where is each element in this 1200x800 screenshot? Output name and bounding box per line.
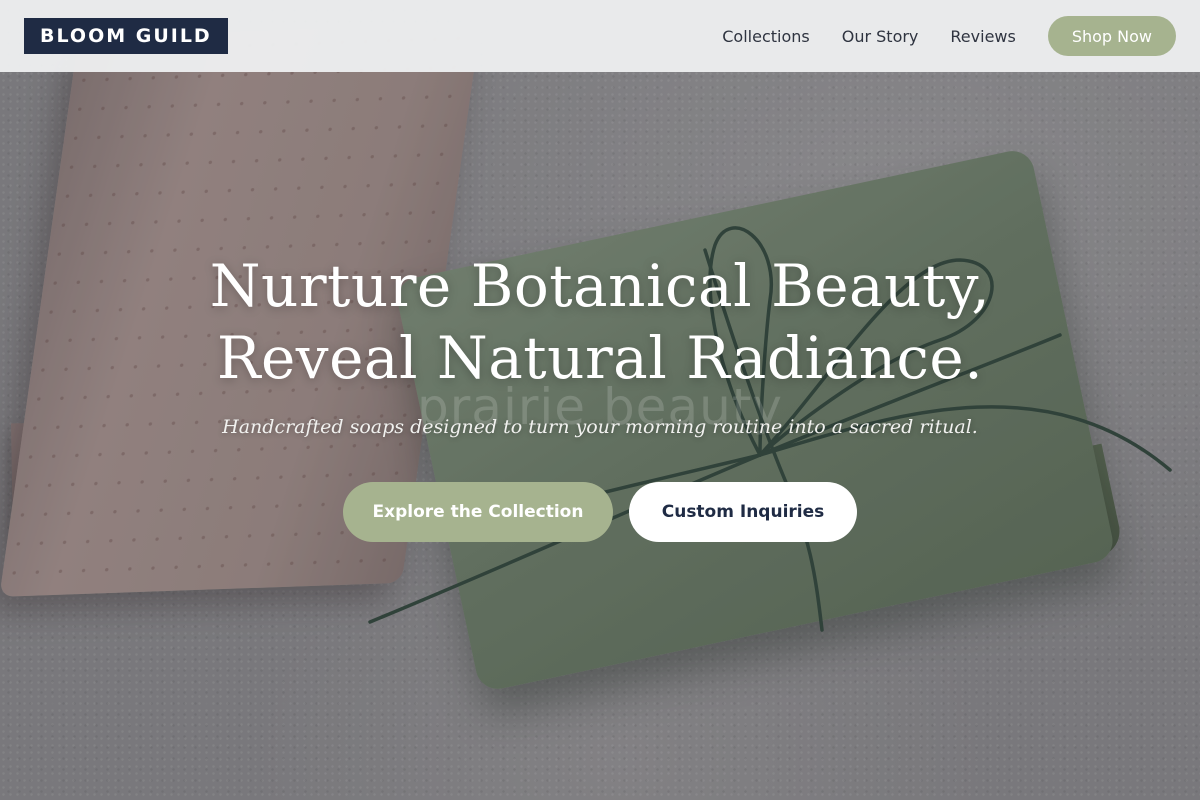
headline-line-2: Reveal Natural Radiance. xyxy=(216,324,984,392)
nav-link-reviews[interactable]: Reviews xyxy=(950,27,1015,46)
nav-link-collections[interactable]: Collections xyxy=(722,27,809,46)
nav-link-our-story[interactable]: Our Story xyxy=(842,27,919,46)
custom-inquiries-button[interactable]: Custom Inquiries xyxy=(629,482,857,542)
main-nav: Collections Our Story Reviews Shop Now xyxy=(690,16,1176,56)
cta-row: Explore the Collection Custom Inquiries xyxy=(0,482,1200,542)
hero-content: Nurture Botanical Beauty, Reveal Natural… xyxy=(0,250,1200,542)
top-navbar: BLOOM GUILD Collections Our Story Review… xyxy=(0,0,1200,72)
brand-logo[interactable]: BLOOM GUILD xyxy=(24,18,228,54)
shop-now-button[interactable]: Shop Now xyxy=(1047,16,1176,56)
hero-headline: Nurture Botanical Beauty, Reveal Natural… xyxy=(0,250,1200,394)
explore-collection-button[interactable]: Explore the Collection xyxy=(343,482,613,542)
headline-line-1: Nurture Botanical Beauty, xyxy=(209,252,991,320)
hero-tagline: Handcrafted soaps designed to turn your … xyxy=(222,416,978,438)
